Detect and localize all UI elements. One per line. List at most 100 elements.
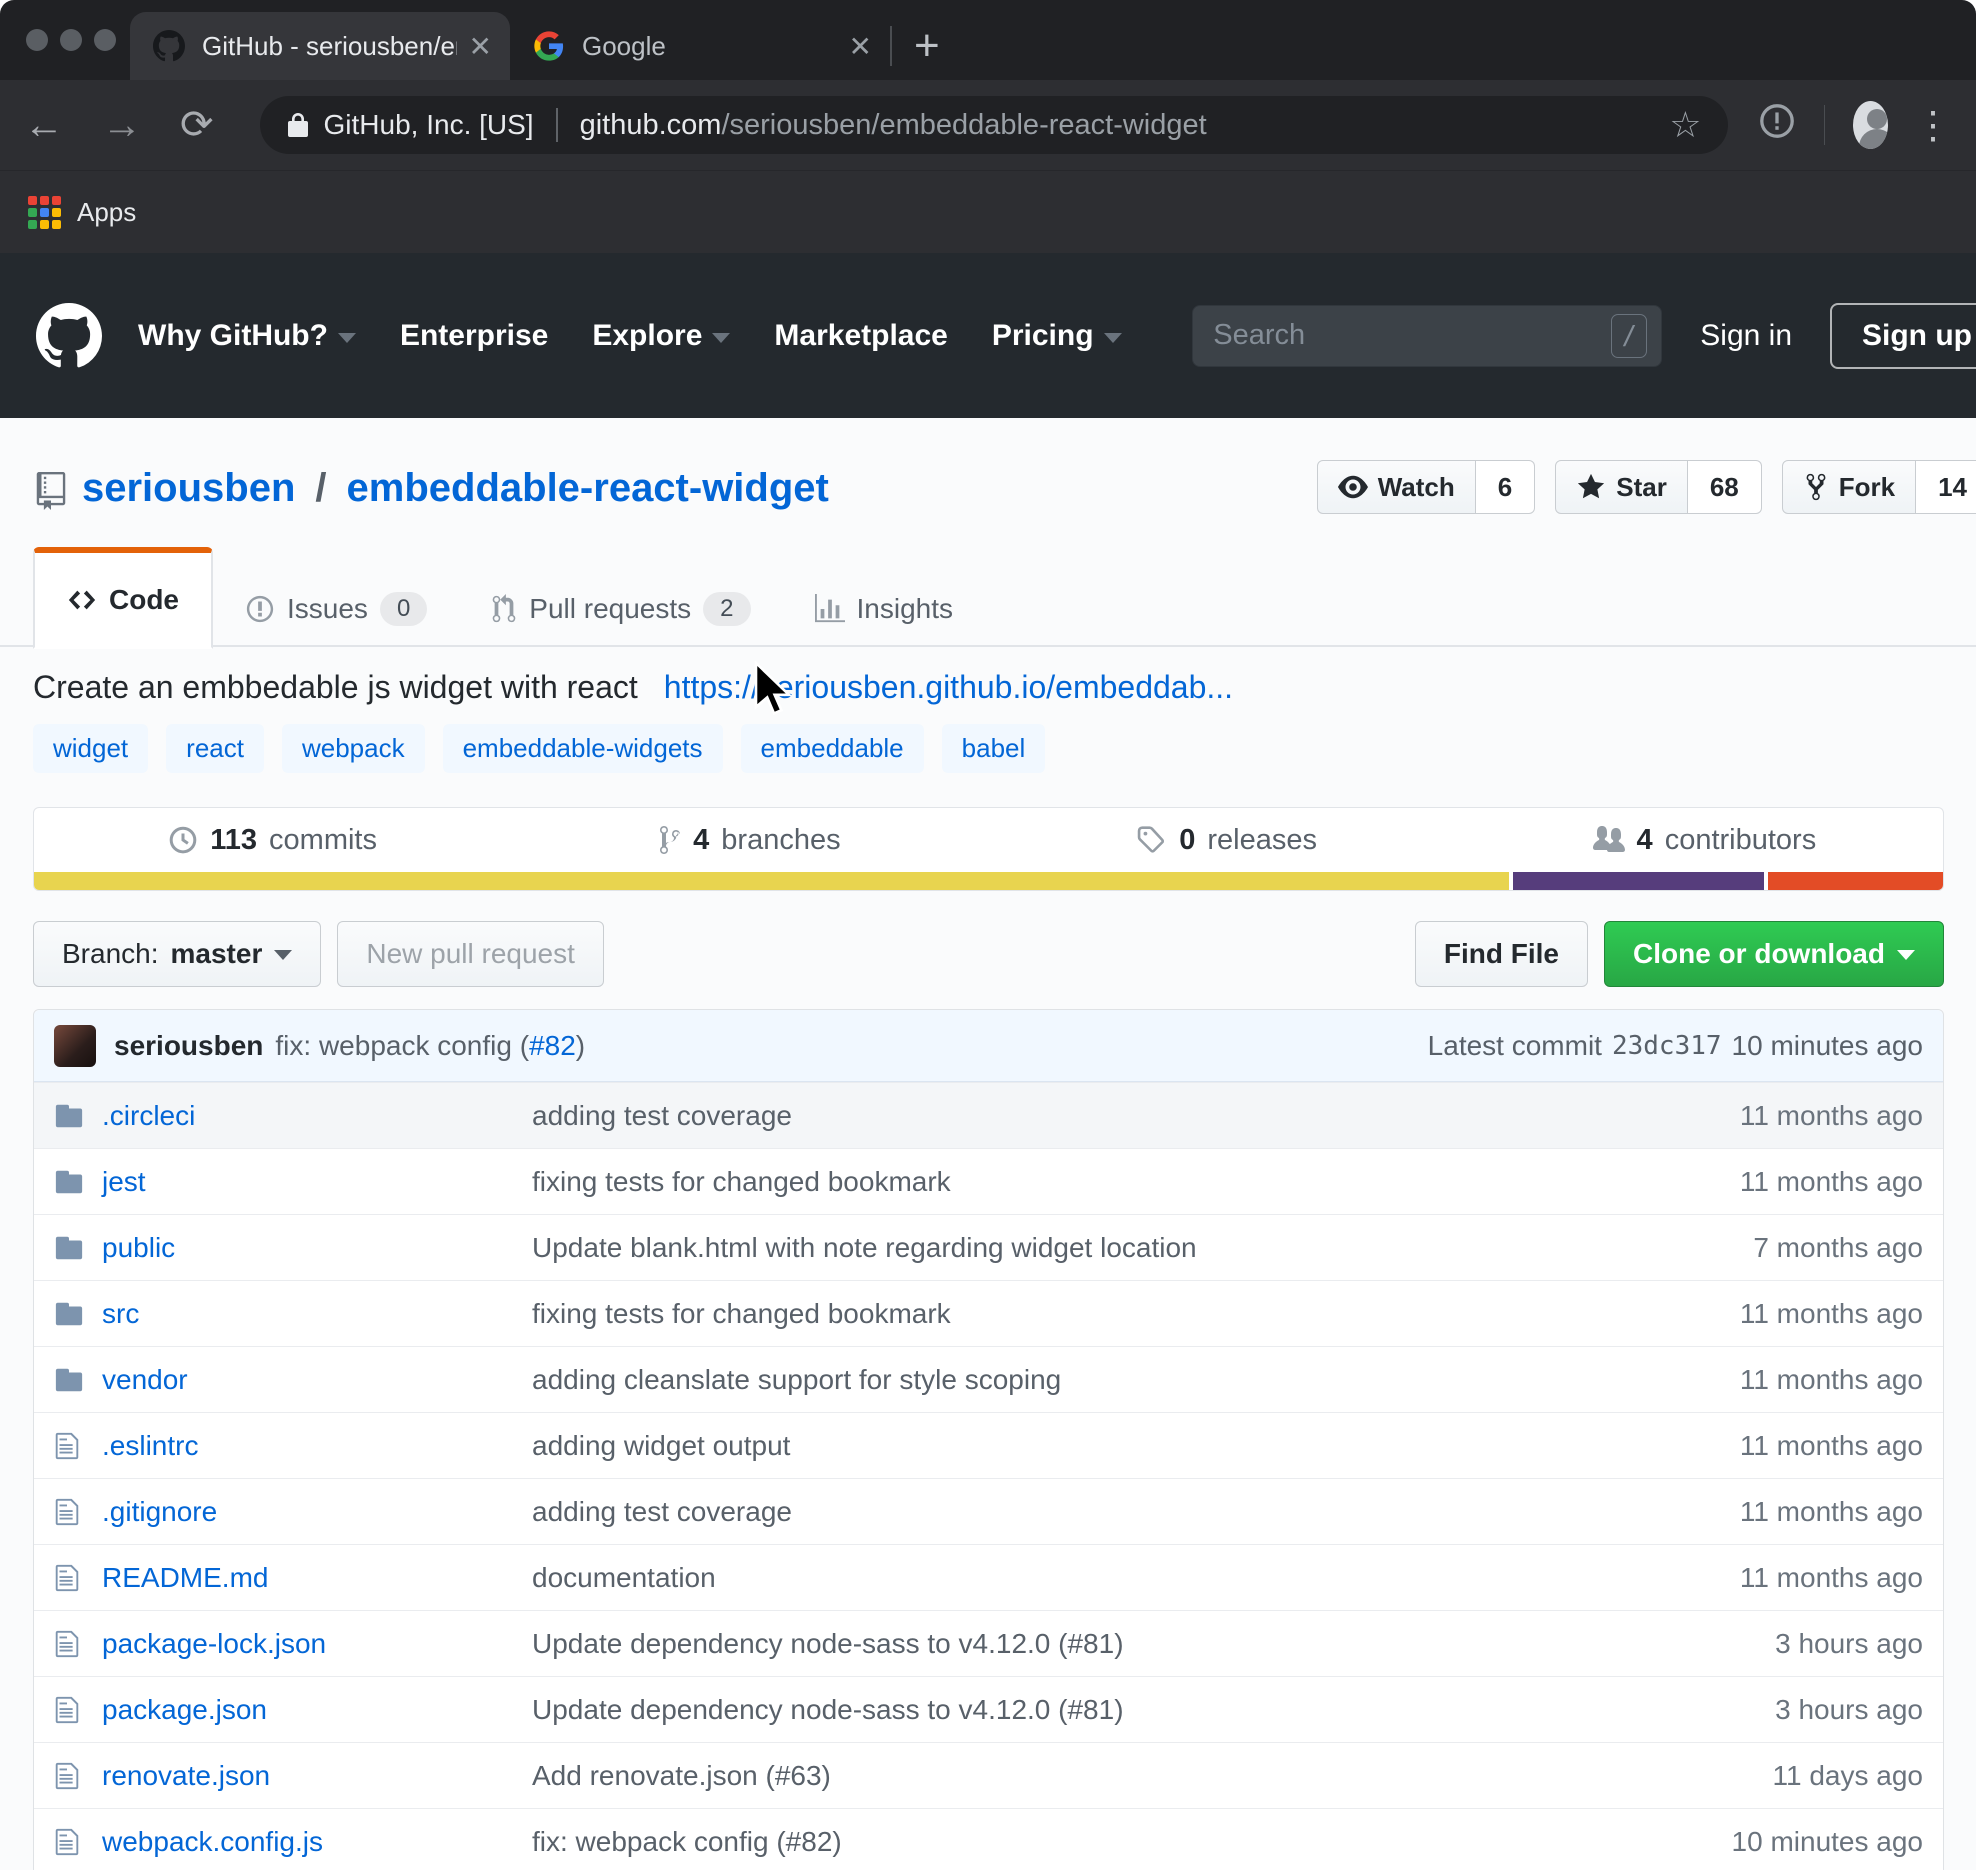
commit-message-link[interactable]: adding widget output: [532, 1430, 1740, 1462]
apps-grid-icon: [28, 196, 61, 229]
nav-enterprise[interactable]: Enterprise: [400, 319, 548, 353]
stat-branches[interactable]: 4branches: [511, 824, 988, 857]
new-tab-button[interactable]: +: [914, 26, 940, 66]
fork-button[interactable]: Fork: [1782, 460, 1916, 514]
topic-tag[interactable]: embeddable-widgets: [443, 724, 723, 773]
repo-description-row: Create an embbedable js widget with reac…: [33, 669, 1944, 706]
browser-profile-avatar[interactable]: [1853, 101, 1888, 149]
file-link[interactable]: package.json: [102, 1694, 532, 1726]
fork-count[interactable]: 14: [1916, 460, 1976, 514]
commit-message-link[interactable]: fixing tests for changed bookmark: [532, 1166, 1740, 1198]
file-link[interactable]: .eslintrc: [102, 1430, 532, 1462]
watch-button-group: Watch 6: [1317, 460, 1536, 514]
page-info-icon[interactable]: [1758, 102, 1796, 149]
commit-message-link[interactable]: Update dependency node-sass to v4.12.0 (…: [532, 1628, 1775, 1660]
url-path: /seriousben/embeddable-react-widget: [721, 109, 1206, 142]
chevron-down-icon: [338, 333, 356, 343]
github-search-box[interactable]: /: [1192, 305, 1662, 367]
file-link[interactable]: webpack.config.js: [102, 1826, 532, 1858]
github-logo-icon[interactable]: [36, 303, 102, 369]
file-link[interactable]: vendor: [102, 1364, 532, 1396]
file-link[interactable]: public: [102, 1232, 532, 1264]
browser-tab-google[interactable]: Google ✕: [510, 12, 890, 80]
commit-message-link[interactable]: documentation: [532, 1562, 1740, 1594]
file-link[interactable]: package-lock.json: [102, 1628, 532, 1660]
code-icon: [67, 585, 97, 615]
tab-close-icon[interactable]: ✕: [469, 30, 492, 63]
zoom-window-button[interactable]: [94, 29, 116, 51]
find-file-button[interactable]: Find File: [1415, 921, 1588, 987]
file-age: 11 months ago: [1740, 1430, 1923, 1462]
file-link[interactable]: .gitignore: [102, 1496, 532, 1528]
topic-tag[interactable]: babel: [942, 724, 1046, 773]
nav-pricing[interactable]: Pricing: [992, 319, 1122, 353]
search-input[interactable]: [1213, 319, 1611, 352]
commit-message-link[interactable]: Add renovate.json (#63): [532, 1760, 1773, 1792]
chevron-down-icon: [712, 333, 730, 343]
bookmark-star-icon[interactable]: ☆: [1669, 104, 1701, 146]
commit-author-link[interactable]: seriousben: [114, 1030, 263, 1062]
close-window-button[interactable]: [26, 29, 48, 51]
watch-count[interactable]: 6: [1476, 460, 1535, 514]
stat-releases[interactable]: 0releases: [989, 824, 1466, 857]
tab-close-icon[interactable]: ✕: [849, 30, 872, 63]
topic-tag[interactable]: react: [166, 724, 264, 773]
nav-why-github[interactable]: Why GitHub?: [138, 319, 356, 353]
watch-button[interactable]: Watch: [1317, 460, 1476, 514]
address-bar[interactable]: GitHub, Inc. [US] github.com /seriousben…: [260, 96, 1728, 154]
clone-or-download-button[interactable]: Clone or download: [1604, 921, 1944, 987]
back-button[interactable]: ←: [24, 105, 64, 145]
repo-website-link[interactable]: https://seriousben.github.io/embeddab...: [664, 669, 1233, 706]
tab-code[interactable]: Code: [33, 547, 213, 649]
file-link[interactable]: README.md: [102, 1562, 532, 1594]
repo-owner-link[interactable]: seriousben: [82, 466, 295, 511]
tab-insights[interactable]: Insights: [783, 571, 986, 647]
topic-tag[interactable]: webpack: [282, 724, 425, 773]
folder-icon: [54, 1299, 102, 1329]
commit-message-link[interactable]: fix: webpack config (#82): [532, 1826, 1732, 1858]
topic-tag[interactable]: widget: [33, 724, 148, 773]
github-nav: Why GitHub? Enterprise Explore Marketpla…: [138, 319, 1122, 353]
commit-message-link[interactable]: Update dependency node-sass to v4.12.0 (…: [532, 1694, 1775, 1726]
window-controls[interactable]: [26, 29, 116, 51]
topic-tag[interactable]: embeddable: [741, 724, 924, 773]
star-button[interactable]: Star: [1555, 460, 1688, 514]
commit-message-link[interactable]: adding test coverage: [532, 1496, 1740, 1528]
stat-contributors[interactable]: 4contributors: [1466, 824, 1943, 857]
commit-message-link[interactable]: adding cleanslate support for style scop…: [532, 1364, 1740, 1396]
commit-message-link[interactable]: fixing tests for changed bookmark: [532, 1298, 1740, 1330]
github-favicon-icon: [152, 29, 186, 63]
branch-selector[interactable]: Branch:master: [33, 921, 321, 987]
eye-icon: [1338, 472, 1368, 502]
file-age: 3 hours ago: [1775, 1628, 1923, 1660]
file-age: 10 minutes ago: [1732, 1826, 1923, 1858]
repo-name-link[interactable]: embeddable-react-widget: [347, 466, 829, 511]
tab-issues[interactable]: Issues 0: [213, 571, 459, 647]
file-link[interactable]: renovate.json: [102, 1760, 532, 1792]
sign-up-button[interactable]: Sign up: [1830, 303, 1976, 369]
nav-marketplace[interactable]: Marketplace: [774, 319, 947, 353]
new-pull-request-button[interactable]: New pull request: [337, 921, 604, 987]
commit-message-link[interactable]: adding test coverage: [532, 1100, 1740, 1132]
minimize-window-button[interactable]: [60, 29, 82, 51]
file-link[interactable]: jest: [102, 1166, 532, 1198]
stat-commits[interactable]: 113commits: [34, 824, 511, 857]
security-label[interactable]: GitHub, Inc. [US]: [324, 109, 534, 141]
avatar[interactable]: [54, 1025, 96, 1067]
reload-button[interactable]: ⟳: [180, 105, 214, 145]
sign-in-link[interactable]: Sign in: [1700, 319, 1792, 353]
language-bar[interactable]: [34, 872, 1943, 890]
browser-tab-github[interactable]: GitHub - seriousben/embeddab ✕: [130, 12, 510, 80]
commit-sha-link[interactable]: 23dc317: [1612, 1031, 1722, 1061]
star-count[interactable]: 68: [1688, 460, 1762, 514]
nav-explore[interactable]: Explore: [592, 319, 730, 353]
lock-icon: [286, 111, 310, 139]
commit-message-link[interactable]: Update blank.html with note regarding wi…: [532, 1232, 1753, 1264]
commit-pr-link[interactable]: #82: [529, 1030, 576, 1061]
apps-shortcut[interactable]: Apps: [77, 197, 136, 228]
file-link[interactable]: .circleci: [102, 1100, 532, 1132]
browser-menu-icon[interactable]: ⋮: [1914, 103, 1952, 148]
forward-button[interactable]: →: [102, 105, 142, 145]
tab-pull-requests[interactable]: Pull requests 2: [459, 571, 782, 647]
file-link[interactable]: src: [102, 1298, 532, 1330]
